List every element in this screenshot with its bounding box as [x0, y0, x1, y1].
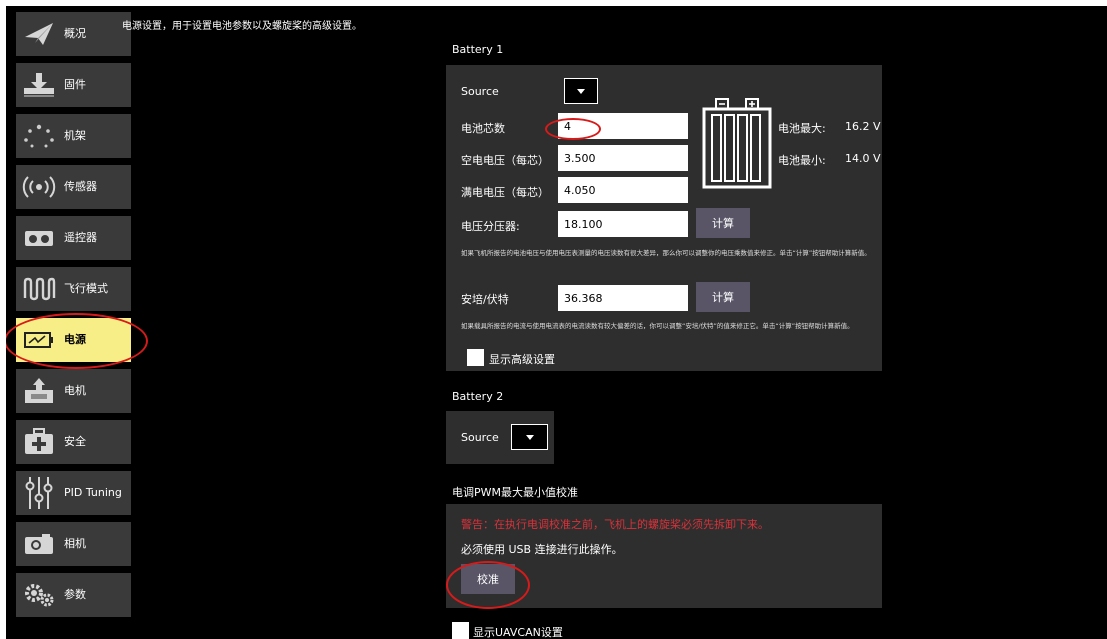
battery-illustration-icon: [702, 95, 772, 193]
sidebar-item-label: 相机: [64, 537, 86, 550]
battery-max-value: 16.2 V: [845, 120, 881, 133]
sidebar-item-summary[interactable]: 概况: [16, 12, 131, 56]
sidebar-item-label: 参数: [64, 588, 86, 601]
battery-min-value: 14.0 V: [845, 152, 881, 165]
sidebar-item-flight-modes[interactable]: 飞行模式: [16, 267, 131, 311]
battery2-source-combo[interactable]: [511, 424, 548, 450]
sidebar-item-label: 安全: [64, 435, 86, 448]
battery1-cells-field[interactable]: 4: [558, 113, 688, 139]
battery1-divider-label: 电压分压器:: [461, 220, 520, 233]
amps-help-text: 如果载具所报告的电流与使用电流表的电流读数有较大偏差的话，你可以调整“安培/伏特…: [461, 322, 854, 330]
radio-controller-icon: [22, 223, 56, 253]
battery1-full-label: 满电电压（每芯）: [461, 186, 549, 199]
sidebar-item-sensors[interactable]: 传感器: [16, 165, 131, 209]
divider-help-text: 如果飞机所报告的电池电压与使用电压表测量的电压读数有很大差异，那么你可以调整你的…: [461, 249, 871, 257]
battery1-full-voltage-field[interactable]: 4.050: [558, 177, 688, 203]
sidebar-item-power[interactable]: 电源: [16, 318, 131, 362]
firmware-download-icon: [22, 70, 56, 100]
battery1-empty-label: 空电电压（每芯）: [461, 154, 549, 167]
usb-required-text: 必须使用 USB 连接进行此操作。: [461, 543, 623, 556]
battery1-panel: Source 电池芯数 4 空电电压（每芯） 3.500 满电电压（每芯） 4.…: [446, 65, 882, 371]
sidebar-item-label: 电源: [64, 333, 86, 346]
camera-icon: [22, 529, 56, 559]
page-description: 电源设置，用于设置电池参数以及螺旋桨的高级设置。: [122, 21, 362, 32]
battery-min-label: 电池最小:: [778, 154, 826, 167]
gears-icon: [22, 580, 56, 610]
show-advanced-label: 显示高级设置: [489, 353, 555, 366]
battery-max-label: 电池最大:: [778, 122, 826, 135]
sidebar-item-camera[interactable]: 相机: [16, 522, 131, 566]
sidebar-item-label: 电机: [64, 384, 86, 397]
battery2-title: Battery 2: [452, 390, 504, 403]
flight-modes-wave-icon: [22, 274, 56, 304]
airframe-dots-icon: [22, 121, 56, 151]
sidebar-item-label: 遥控器: [64, 231, 97, 244]
sidebar-item-label: 固件: [64, 78, 86, 91]
chevron-down-icon: [577, 88, 585, 94]
battery1-title: Battery 1: [452, 43, 504, 56]
show-uavcan-checkbox[interactable]: [452, 622, 469, 639]
sidebar-item-label: 概况: [64, 27, 86, 40]
show-uavcan-label: 显示UAVCAN设置: [473, 626, 563, 639]
battery1-source-combo[interactable]: [564, 78, 598, 104]
battery1-amps-per-volt-field[interactable]: 36.368: [558, 285, 688, 311]
sidebar-item-airframe[interactable]: 机架: [16, 114, 131, 158]
pid-sliders-icon: [22, 477, 56, 509]
sidebar-item-pid-tuning[interactable]: PID Tuning: [16, 471, 131, 515]
sidebar-item-label: 传感器: [64, 180, 97, 193]
battery1-source-label: Source: [461, 85, 499, 98]
sidebar-item-parameters[interactable]: 参数: [16, 573, 131, 617]
sidebar-item-label: 机架: [64, 129, 86, 142]
battery1-empty-voltage-field[interactable]: 3.500: [558, 145, 688, 171]
app-window: 概况 固件 机架 传感器 遥控器 飞行模式 电源 电机 安全 PID Tunin…: [6, 6, 1107, 639]
esc-calibration-panel: 警告：在执行电调校准之前，飞机上的螺旋桨必须先拆卸下来。 必须使用 USB 连接…: [446, 504, 882, 608]
safety-medkit-icon: [22, 427, 56, 457]
battery1-cells-label: 电池芯数: [461, 122, 505, 135]
calculate-amps-button[interactable]: 计算: [696, 282, 750, 312]
battery2-panel: Source: [446, 411, 554, 464]
sidebar-item-label: PID Tuning: [64, 486, 122, 499]
sidebar-item-motors[interactable]: 电机: [16, 369, 131, 413]
esc-warning-text: 警告：在执行电调校准之前，飞机上的螺旋桨必须先拆卸下来。: [461, 518, 769, 531]
esc-calibration-title: 电调PWM最大最小值校准: [452, 486, 578, 499]
calibrate-button[interactable]: 校准: [461, 564, 515, 594]
motor-icon: [22, 376, 56, 406]
battery-power-icon: [22, 325, 56, 355]
calculate-divider-button[interactable]: 计算: [696, 208, 750, 238]
battery2-source-label: Source: [461, 431, 499, 444]
sidebar-item-firmware[interactable]: 固件: [16, 63, 131, 107]
sidebar-item-safety[interactable]: 安全: [16, 420, 131, 464]
chevron-down-icon: [525, 434, 534, 440]
sensor-wave-icon: [22, 172, 56, 202]
sidebar-item-radio[interactable]: 遥控器: [16, 216, 131, 260]
battery1-amps-label: 安培/伏特: [461, 293, 509, 306]
paper-plane-icon: [22, 19, 56, 49]
battery1-divider-field[interactable]: 18.100: [558, 211, 688, 237]
sidebar-item-label: 飞行模式: [64, 282, 108, 295]
show-advanced-checkbox[interactable]: [467, 349, 484, 366]
